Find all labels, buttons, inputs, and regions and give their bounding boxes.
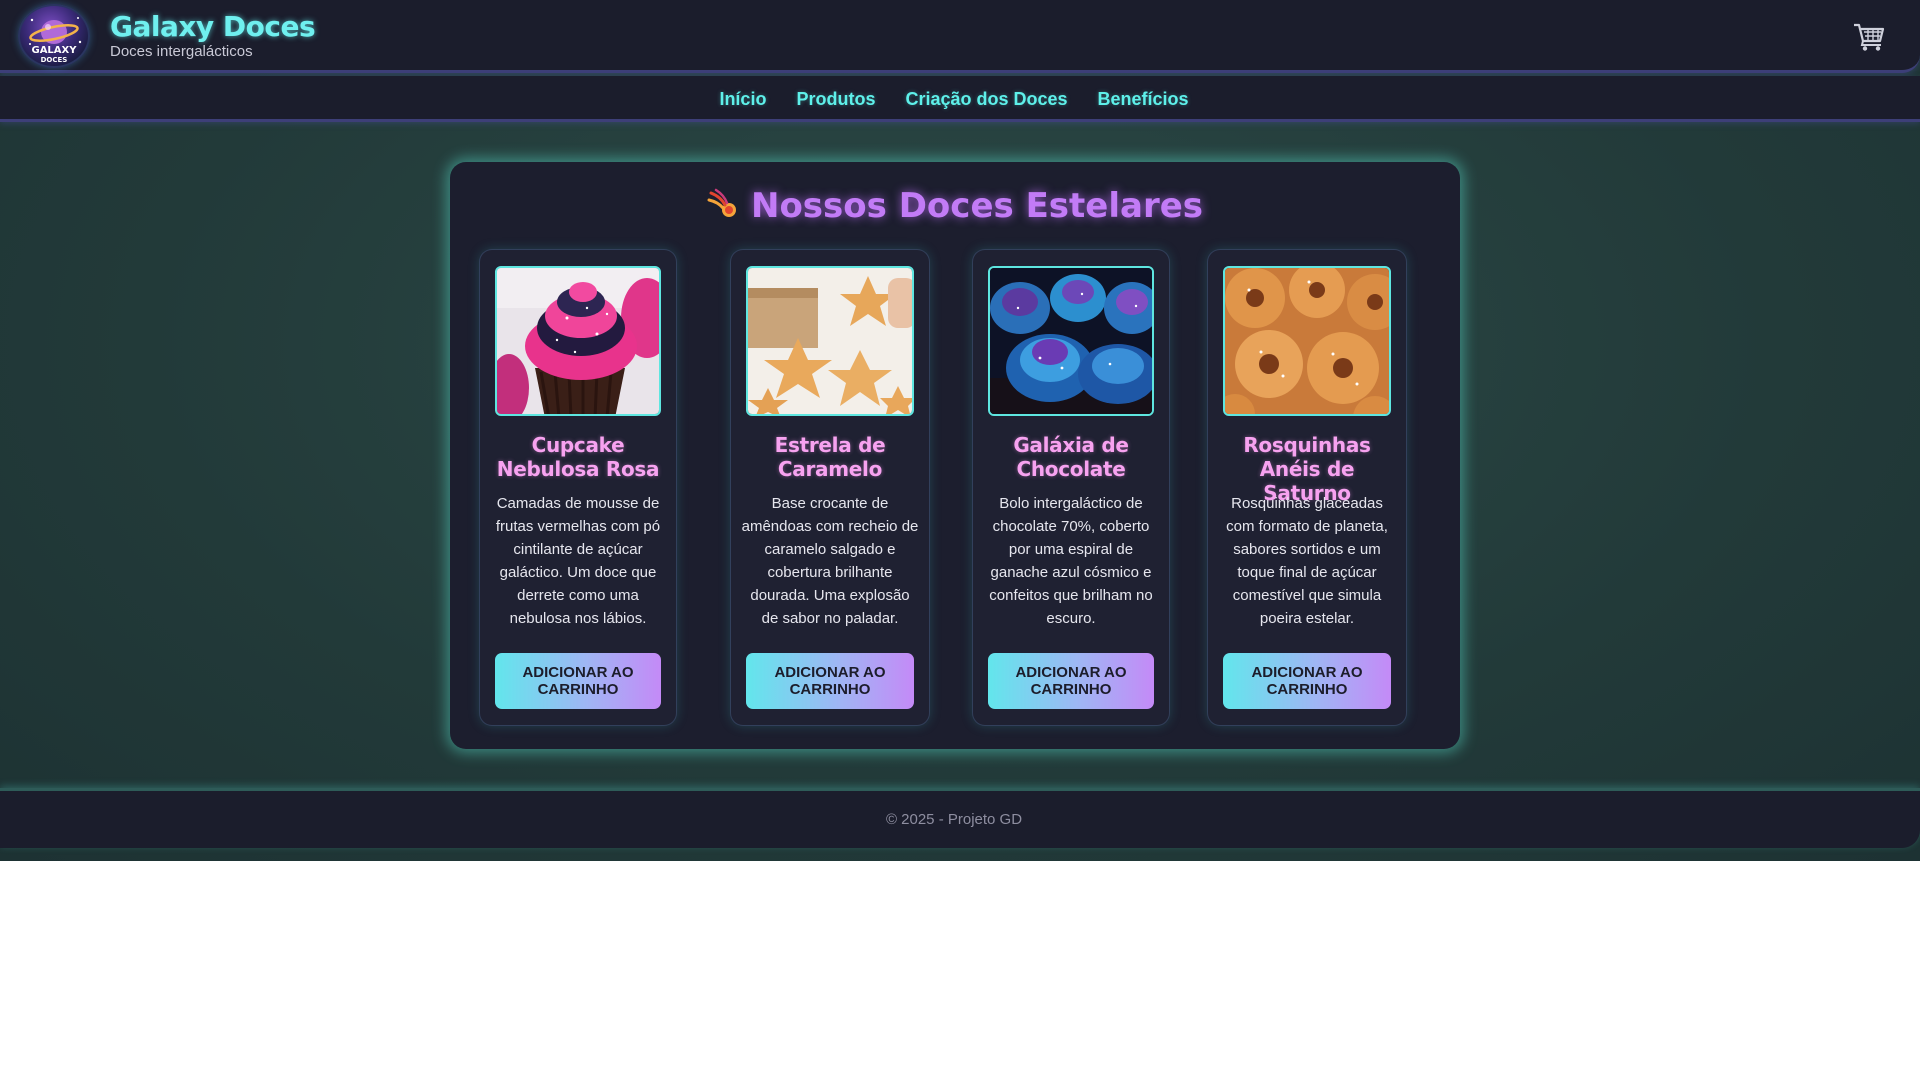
galaxy-cupcakes-image: [990, 268, 1152, 414]
product-image-cupcake[interactable]: [495, 266, 661, 416]
logo[interactable]: GALAXY DOCES: [18, 4, 90, 68]
nav-link-inicio[interactable]: Início: [719, 89, 766, 110]
add-to-cart-button[interactable]: ADICIONAR AO CARRINHO: [988, 653, 1154, 709]
product-card: Rosquinhas Anéis de Saturno Rosquinhas g…: [1208, 250, 1406, 725]
copyright: © 2025 - Projeto GD: [885, 811, 1023, 828]
product-card: Cupcake Nebulosa Rosa Camadas de mousse …: [480, 250, 676, 725]
star-cookies-image: [748, 268, 912, 414]
product-name: Cupcake Nebulosa Rosa: [496, 433, 660, 481]
product-description: Camadas de mousse de frutas vermelhas co…: [495, 495, 661, 627]
cupcake-image: [497, 268, 659, 414]
section-heading: Nossos Doces Estelares: [450, 186, 1460, 226]
add-to-cart-button[interactable]: ADICIONAR AO CARRINHO: [746, 653, 914, 709]
products-section: Nossos Doces Estelares Cupcake Nebulosa …: [450, 162, 1460, 749]
donuts-image: [1225, 268, 1389, 414]
site-subtitle: Doces intergalácticos: [110, 43, 253, 60]
site-title[interactable]: Galaxy Doces: [110, 10, 316, 43]
product-description: Rosquinhas glaceadas com formato de plan…: [1226, 495, 1388, 627]
section-title: Nossos Doces Estelares: [750, 186, 1204, 226]
nav-links: Início Produtos Criação dos Doces Benefí…: [0, 76, 1908, 122]
product-image-donuts[interactable]: [1223, 266, 1391, 416]
nav-link-beneficios[interactable]: Benefícios: [1098, 89, 1189, 110]
product-image-galaxy-chocolate[interactable]: [988, 266, 1154, 416]
product-description: Bolo intergaláctico de chocolate 70%, co…: [989, 495, 1153, 627]
logo-text-line1: GALAXY: [31, 45, 77, 56]
page: GALAXY DOCES Galaxy Doces Doces intergal…: [0, 0, 1920, 861]
comet-icon: [707, 188, 736, 217]
site-footer: © 2025 - Projeto GD: [0, 788, 1920, 848]
nav-link-criacao[interactable]: Criação dos Doces: [905, 89, 1067, 110]
cart-button[interactable]: [1852, 22, 1886, 52]
product-card: Estrela de Caramelo Base crocante de amê…: [731, 250, 929, 725]
logo-text-line2: DOCES: [40, 56, 68, 64]
product-card: Galáxia de Chocolate Bolo intergaláctico…: [973, 250, 1169, 725]
site-header: GALAXY DOCES Galaxy Doces Doces intergal…: [0, 0, 1920, 73]
add-to-cart-button[interactable]: ADICIONAR AO CARRINHO: [495, 653, 661, 709]
main-nav: Início Produtos Criação dos Doces Benefí…: [0, 76, 1920, 122]
nav-link-produtos[interactable]: Produtos: [796, 89, 875, 110]
product-name: Estrela de Caramelo: [774, 433, 886, 481]
cart-icon: [1854, 23, 1885, 51]
add-to-cart-button[interactable]: ADICIONAR AO CARRINHO: [1223, 653, 1391, 709]
product-name: Galáxia de Chocolate: [1013, 433, 1129, 481]
product-image-star-cookies[interactable]: [746, 266, 914, 416]
product-description: Base crocante de amêndoas com recheio de…: [741, 495, 919, 627]
